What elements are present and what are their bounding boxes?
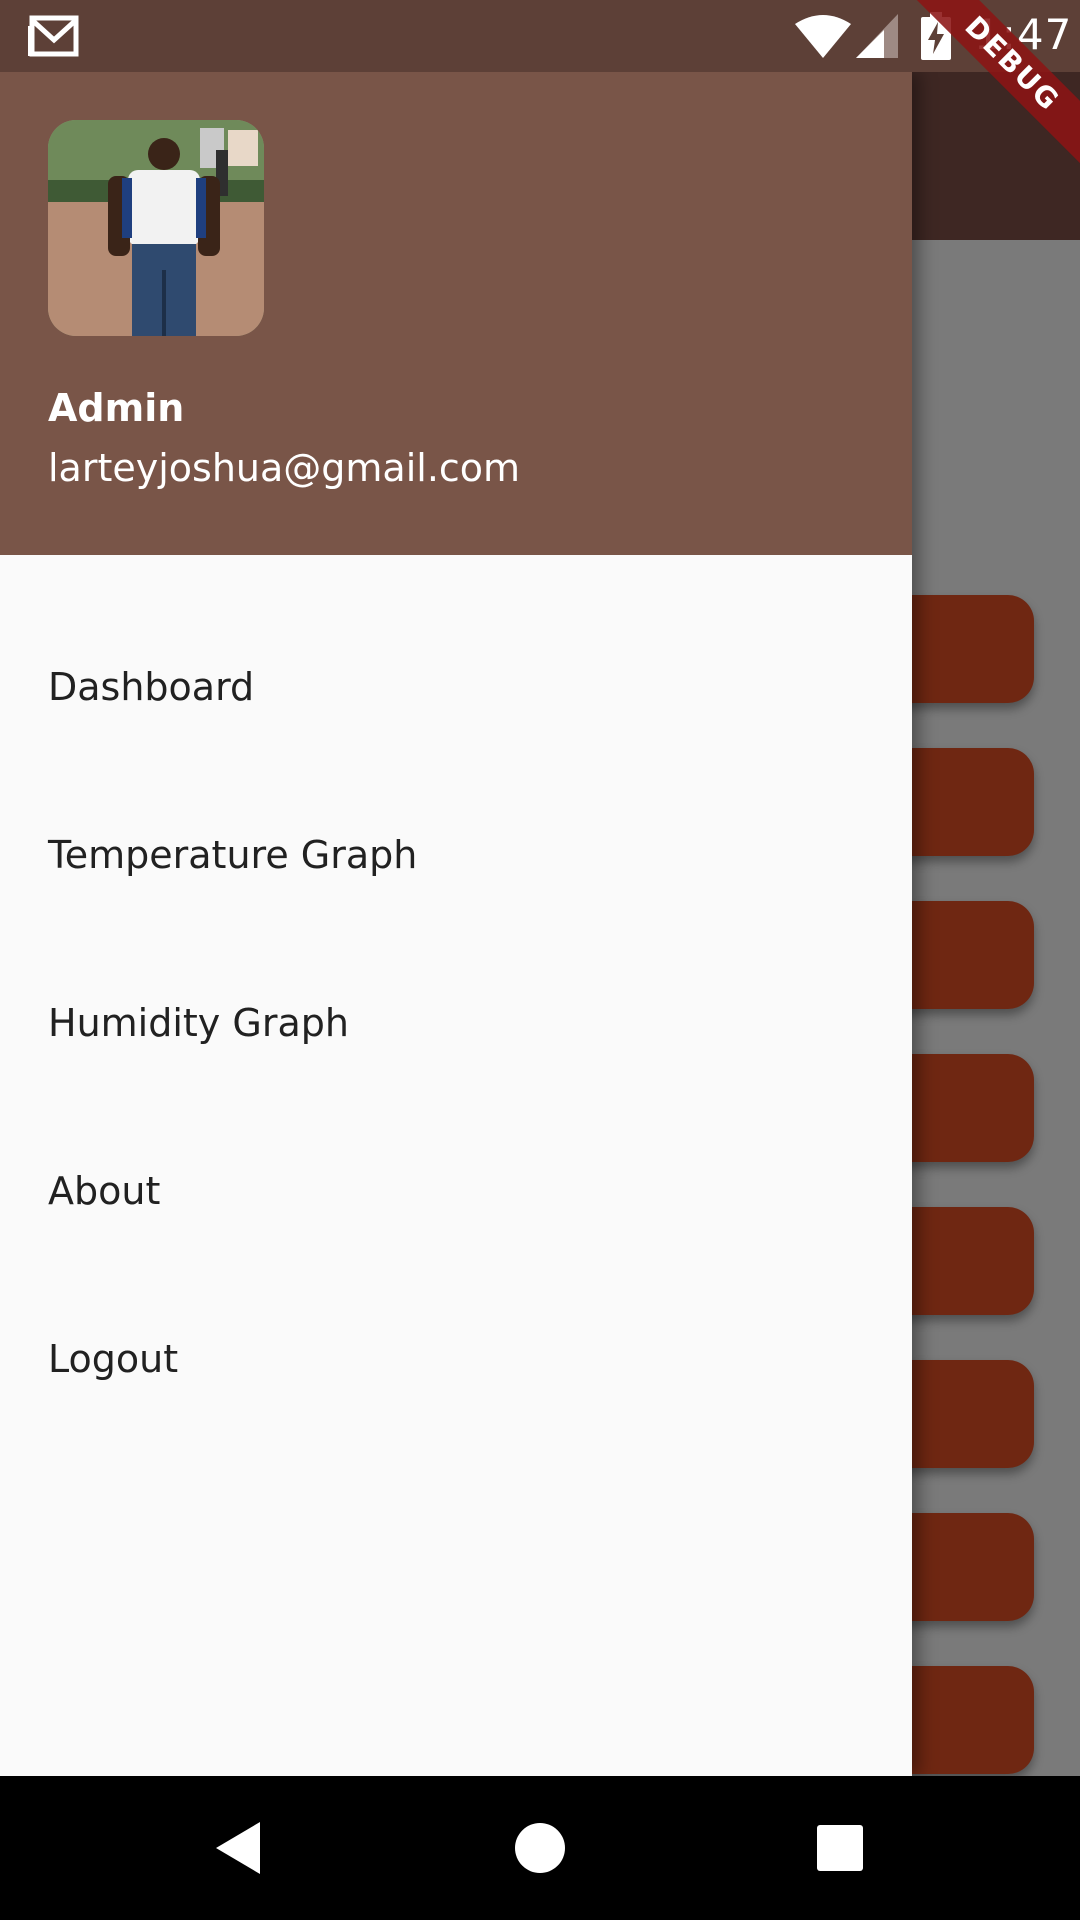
drawer-header: Admin larteyjoshua@gmail.com bbox=[0, 72, 912, 555]
drawer-item-humidity-graph[interactable]: Humidity Graph bbox=[0, 939, 912, 1107]
system-navigation-bar bbox=[0, 1776, 1080, 1920]
cell-signal-icon bbox=[856, 14, 898, 58]
recents-icon[interactable] bbox=[810, 1818, 870, 1878]
avatar[interactable] bbox=[48, 120, 264, 336]
profile-photo bbox=[48, 120, 264, 336]
drawer-item-label: Temperature Graph bbox=[48, 833, 418, 877]
status-clock: 1:47 bbox=[974, 10, 1073, 59]
drawer-item-dashboard[interactable]: Dashboard bbox=[0, 603, 912, 771]
drawer-item-about[interactable]: About bbox=[0, 1107, 912, 1275]
gmail-icon bbox=[28, 15, 79, 57]
account-name: Admin bbox=[48, 386, 185, 430]
battery-charging-icon bbox=[921, 12, 951, 60]
drawer-item-label: About bbox=[48, 1169, 161, 1213]
status-bar: 1:47 bbox=[0, 0, 1080, 72]
drawer-menu: Dashboard Temperature Graph Humidity Gra… bbox=[0, 603, 912, 1443]
navigation-drawer: Admin larteyjoshua@gmail.com Dashboard T… bbox=[0, 72, 912, 1776]
drawer-item-label: Humidity Graph bbox=[48, 1001, 349, 1045]
drawer-item-label: Dashboard bbox=[48, 665, 255, 709]
back-icon[interactable] bbox=[210, 1818, 270, 1878]
drawer-item-logout[interactable]: Logout bbox=[0, 1275, 912, 1443]
home-icon[interactable] bbox=[510, 1818, 570, 1878]
account-email: larteyjoshua@gmail.com bbox=[48, 446, 521, 490]
drawer-item-temperature-graph[interactable]: Temperature Graph bbox=[0, 771, 912, 939]
drawer-item-label: Logout bbox=[48, 1337, 179, 1381]
wifi-icon bbox=[795, 15, 851, 58]
